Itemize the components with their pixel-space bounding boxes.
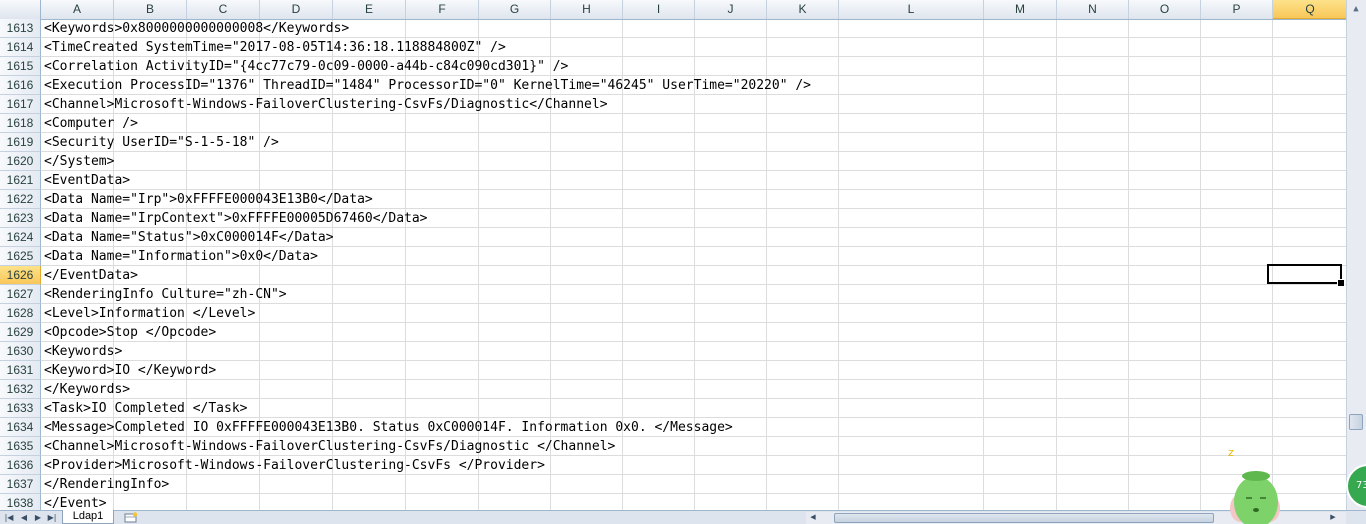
svg-text:z: z	[1228, 446, 1234, 459]
row-header-1618[interactable]: 1618	[0, 114, 41, 133]
cell-a1622[interactable]: <Data Name="Irp">0xFFFFE000043E13B0</Dat…	[44, 190, 373, 209]
active-cell-q1626[interactable]	[1267, 264, 1342, 284]
cell-a1626[interactable]: </EventData>	[44, 266, 138, 285]
cell-a1634[interactable]: <Message>Completed IO 0xFFFFE000043E13B0…	[44, 418, 733, 437]
column-header-j[interactable]: J	[695, 0, 767, 19]
mascot-widget[interactable]: z	[1226, 446, 1290, 524]
scroll-up-arrow-icon[interactable]: ▲	[1349, 2, 1363, 16]
row-header-1629[interactable]: 1629	[0, 323, 41, 342]
column-header-h[interactable]: H	[551, 0, 623, 19]
first-sheet-icon[interactable]: |◀	[2, 511, 16, 524]
row-header-1623[interactable]: 1623	[0, 209, 41, 228]
row-header-1632[interactable]: 1632	[0, 380, 41, 399]
cell-a1618[interactable]: <Computer />	[44, 114, 138, 133]
cell-a1624[interactable]: <Data Name="Status">0xC000014F</Data>	[44, 228, 334, 247]
row-header-1637[interactable]: 1637	[0, 475, 41, 494]
cell-a1633[interactable]: <Task>IO Completed </Task>	[44, 399, 248, 418]
column-header-o[interactable]: O	[1129, 0, 1201, 19]
row-header-1617[interactable]: 1617	[0, 95, 41, 114]
column-header-p[interactable]: P	[1201, 0, 1273, 19]
row-header-1621[interactable]: 1621	[0, 171, 41, 190]
cell-a1623[interactable]: <Data Name="IrpContext">0xFFFFE00005D674…	[44, 209, 428, 228]
column-header-n[interactable]: N	[1057, 0, 1129, 19]
insert-sheet-icon[interactable]	[124, 512, 138, 523]
row-header-1628[interactable]: 1628	[0, 304, 41, 323]
column-gridline	[1128, 19, 1129, 510]
cell-a1617[interactable]: <Channel>Microsoft-Windows-FailoverClust…	[44, 95, 608, 114]
vertical-scrollbar[interactable]: ▲ ▼	[1346, 0, 1366, 510]
cell-a1616[interactable]: <Execution ProcessID="1376" ThreadID="14…	[44, 76, 811, 95]
column-header-row: ABCDEFGHIJKLMNOPQ	[0, 0, 1348, 20]
column-header-q[interactable]: Q	[1273, 0, 1348, 19]
row-header-1630[interactable]: 1630	[0, 342, 41, 361]
column-header-c[interactable]: C	[187, 0, 260, 19]
column-gridline	[983, 19, 984, 510]
row-header-1619[interactable]: 1619	[0, 133, 41, 152]
cell-a1637[interactable]: </RenderingInfo>	[44, 475, 169, 494]
cell-a1631[interactable]: <Keyword>IO </Keyword>	[44, 361, 216, 380]
row-header-1614[interactable]: 1614	[0, 38, 41, 57]
cell-a1628[interactable]: <Level>Information </Level>	[44, 304, 255, 323]
row-header-1625[interactable]: 1625	[0, 247, 41, 266]
cell-a1630[interactable]: <Keywords>	[44, 342, 122, 361]
row-header-1635[interactable]: 1635	[0, 437, 41, 456]
last-sheet-icon[interactable]: ▶|	[45, 511, 59, 524]
cell-a1621[interactable]: <EventData>	[44, 171, 130, 190]
cell-a1613[interactable]: <Keywords>0x8000000000000008</Keywords>	[44, 19, 349, 38]
cell-a1635[interactable]: <Channel>Microsoft-Windows-FailoverClust…	[44, 437, 615, 456]
sheet-tab-ldap1[interactable]: Ldap1	[62, 510, 114, 524]
prev-sheet-icon[interactable]: ◀	[17, 511, 31, 524]
vertical-scroll-thumb[interactable]	[1349, 414, 1363, 430]
column-header-g[interactable]: G	[479, 0, 551, 19]
row-header-1633[interactable]: 1633	[0, 399, 41, 418]
row-header-1631[interactable]: 1631	[0, 361, 41, 380]
row-header-1627[interactable]: 1627	[0, 285, 41, 304]
cell-a1619[interactable]: <Security UserID="S-1-5-18" />	[44, 133, 279, 152]
column-header-e[interactable]: E	[333, 0, 406, 19]
row-header-1636[interactable]: 1636	[0, 456, 41, 475]
row-header-1613[interactable]: 1613	[0, 19, 41, 38]
column-header-f[interactable]: F	[406, 0, 479, 19]
column-gridline	[838, 19, 839, 510]
column-header-m[interactable]: M	[984, 0, 1057, 19]
scroll-right-arrow-icon[interactable]: ▶	[1326, 511, 1340, 524]
column-header-a[interactable]: A	[41, 0, 114, 19]
cell-a1620[interactable]: </System>	[44, 152, 114, 171]
row-header-1620[interactable]: 1620	[0, 152, 41, 171]
column-header-b[interactable]: B	[114, 0, 187, 19]
column-gridline	[1200, 19, 1201, 510]
cell-a1615[interactable]: <Correlation ActivityID="{4cc77c79-0c09-…	[44, 57, 568, 76]
sheet-tab-bar: |◀ ◀ ▶ ▶| Ldap1 ◀ ▶	[0, 510, 1366, 524]
cell-a1636[interactable]: <Provider>Microsoft-Windows-FailoverClus…	[44, 456, 545, 475]
row-header-1626[interactable]: 1626	[0, 266, 41, 285]
row-header-1634[interactable]: 1634	[0, 418, 41, 437]
cell-a1627[interactable]: <RenderingInfo Culture="zh-CN">	[44, 285, 287, 304]
column-header-l[interactable]: L	[839, 0, 984, 19]
mascot-icon: z	[1228, 446, 1280, 524]
column-header-k[interactable]: K	[767, 0, 839, 19]
row-header-1624[interactable]: 1624	[0, 228, 41, 247]
spreadsheet: ABCDEFGHIJKLMNOPQ 1613 1614 1615 1616 1617 16…	[0, 0, 1366, 524]
next-sheet-icon[interactable]: ▶	[31, 511, 45, 524]
fill-handle[interactable]	[1337, 279, 1345, 287]
row-header-1615[interactable]: 1615	[0, 57, 41, 76]
row-header-1616[interactable]: 1616	[0, 76, 41, 95]
cell-a1629[interactable]: <Opcode>Stop </Opcode>	[44, 323, 216, 342]
scroll-left-arrow-icon[interactable]: ◀	[806, 511, 820, 524]
row-header-1622[interactable]: 1622	[0, 190, 41, 209]
cell-a1614[interactable]: <TimeCreated SystemTime="2017-08-05T14:3…	[44, 38, 506, 57]
select-all-corner[interactable]	[0, 0, 41, 19]
cell-a1632[interactable]: </Keywords>	[44, 380, 130, 399]
horizontal-scroll-thumb[interactable]	[834, 513, 1214, 523]
column-gridline	[1056, 19, 1057, 510]
cell-a1625[interactable]: <Data Name="Information">0x0</Data>	[44, 247, 318, 266]
column-header-i[interactable]: I	[623, 0, 695, 19]
column-header-d[interactable]: D	[260, 0, 333, 19]
